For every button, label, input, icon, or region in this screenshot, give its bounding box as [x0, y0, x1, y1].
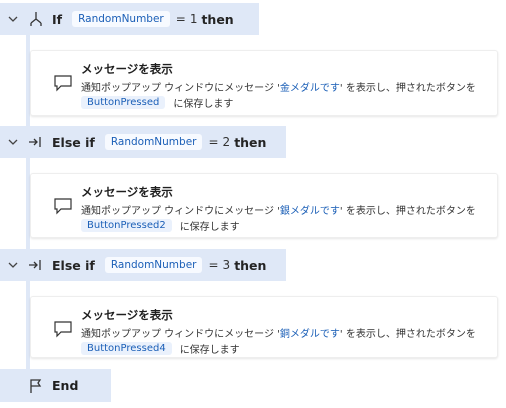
display-message-action[interactable]: メッセージを表示 通知ポップアップ ウィンドウにメッセージ '金メダルです' を… [30, 50, 498, 116]
description-suffix: ' を表示し、押されたボタンを [339, 206, 476, 217]
message-text: 銅メダルです [279, 329, 340, 340]
flow-canvas: If RandomNumber = 1 then メッセージを表示 通知ポップア… [0, 0, 506, 408]
condition-variable: RandomNumber [104, 134, 203, 150]
action-output: ButtonPressed4 に保存します [81, 341, 240, 356]
save-suffix: に保存します [173, 99, 234, 110]
message-box-icon [53, 320, 75, 338]
end-keyword: End [52, 378, 79, 393]
message-box-icon [53, 197, 75, 215]
description-suffix: ' を表示し、押されたボタンを [339, 329, 476, 340]
message-box-icon [53, 74, 75, 92]
output-variable: ButtonPressed2 [81, 219, 172, 232]
output-variable: ButtonPressed4 [81, 342, 172, 355]
action-description: 通知ポップアップ ウィンドウにメッセージ '金メダルです' を表示し、押されたボ… [81, 79, 476, 94]
condition-operator: = [208, 258, 219, 272]
description-prefix: 通知ポップアップ ウィンドウにメッセージ ' [81, 206, 280, 217]
end-flag-icon [26, 376, 46, 396]
condition-operator: = [175, 12, 186, 26]
save-suffix: に保存します [179, 222, 240, 233]
chevron-down-icon[interactable] [6, 14, 20, 25]
description-suffix: ' を表示し、押されたボタンを [339, 83, 476, 94]
chevron-down-icon[interactable] [6, 260, 20, 271]
else-if-branch-icon [26, 132, 46, 152]
condition-value: 2 [222, 135, 231, 149]
if-branch-icon [26, 9, 46, 29]
condition-value: 3 [222, 258, 231, 272]
else-if-branch-icon [26, 255, 46, 275]
action-title: メッセージを表示 [81, 62, 173, 76]
message-text: 金メダルです [279, 83, 340, 94]
action-description: 通知ポップアップ ウィンドウにメッセージ '銀メダルです' を表示し、押されたボ… [81, 202, 476, 217]
action-title: メッセージを表示 [81, 308, 173, 322]
condition-operator: = [208, 135, 219, 149]
action-output: ButtonPressed に保存します [81, 95, 233, 110]
else-if-keyword: Else if [52, 134, 95, 150]
else-if-condition-row[interactable]: Else if RandomNumber = 2 then [0, 126, 286, 158]
else-if-condition-row[interactable]: Else if RandomNumber = 3 then [0, 249, 286, 281]
description-prefix: 通知ポップアップ ウィンドウにメッセージ ' [81, 329, 280, 340]
condition-variable: RandomNumber [72, 11, 170, 27]
save-suffix: に保存します [179, 345, 240, 356]
then-keyword: then [234, 257, 267, 273]
then-keyword: then [201, 11, 234, 27]
condition-value: 1 [189, 12, 198, 26]
end-row[interactable]: End [0, 369, 111, 402]
message-text: 銀メダルです [279, 206, 340, 217]
display-message-action[interactable]: メッセージを表示 通知ポップアップ ウィンドウにメッセージ '銅メダルです' を… [30, 296, 498, 358]
action-description: 通知ポップアップ ウィンドウにメッセージ '銅メダルです' を表示し、押されたボ… [81, 325, 476, 340]
chevron-down-icon[interactable] [6, 137, 20, 148]
output-variable: ButtonPressed [81, 96, 166, 109]
action-title: メッセージを表示 [81, 185, 173, 199]
if-condition-row[interactable]: If RandomNumber = 1 then [0, 3, 259, 35]
condition-variable: RandomNumber [104, 257, 203, 273]
then-keyword: then [234, 134, 267, 150]
if-keyword: If [52, 11, 63, 27]
else-if-keyword: Else if [52, 257, 95, 273]
display-message-action[interactable]: メッセージを表示 通知ポップアップ ウィンドウにメッセージ '銀メダルです' を… [30, 173, 498, 238]
description-prefix: 通知ポップアップ ウィンドウにメッセージ ' [81, 83, 280, 94]
action-output: ButtonPressed2 に保存します [81, 218, 240, 233]
